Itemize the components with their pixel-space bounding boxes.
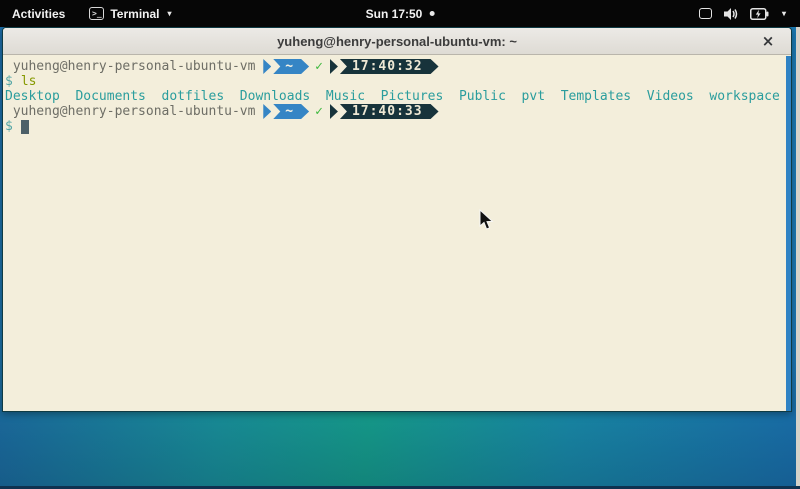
typed-command: ls — [21, 74, 37, 89]
prompt-path-segment: ~ — [273, 104, 309, 119]
prompt-char: $ — [5, 74, 13, 89]
terminal-app-icon: >_ — [89, 7, 104, 20]
volume-icon — [723, 7, 739, 21]
notification-dot-icon — [429, 11, 434, 16]
system-menu-chevron-icon: ▾ — [782, 9, 786, 18]
ls-output-line: Desktop Documents dotfiles Downloads Mus… — [5, 89, 783, 104]
close-button[interactable]: × — [759, 32, 777, 50]
screen: Activities >_ Terminal ▾ Sun 17:50 ▾ — [0, 0, 800, 489]
system-status-area[interactable]: ▾ — [685, 0, 800, 27]
powerline-arrow-icon — [263, 104, 271, 119]
battery-charging-icon — [750, 8, 769, 20]
chevron-down-icon: ▾ — [167, 9, 171, 18]
command-line: $ ls — [5, 74, 783, 89]
terminal-window: yuheng@henry-personal-ubuntu-vm: ~ × yuh… — [2, 27, 792, 412]
terminal-cursor — [21, 120, 29, 134]
terminal-output[interactable]: yuheng@henry-personal-ubuntu-vm ~ ✓ 17:4… — [3, 55, 791, 411]
screen-edge-strip — [796, 27, 800, 489]
powerline-arrow-icon — [330, 104, 338, 119]
prompt-user-host: yuheng@henry-personal-ubuntu-vm — [5, 59, 263, 74]
clock-label: Sun 17:50 — [366, 7, 423, 21]
status-check-icon: ✓ — [315, 59, 323, 74]
app-menu-terminal[interactable]: >_ Terminal ▾ — [77, 0, 183, 27]
prompt-user-host: yuheng@henry-personal-ubuntu-vm — [5, 104, 263, 119]
prompt-line-1: yuheng@henry-personal-ubuntu-vm ~ ✓ 17:4… — [5, 59, 783, 74]
directory-list: Desktop Documents dotfiles Downloads Mus… — [5, 89, 780, 104]
display-icon — [699, 8, 712, 19]
prompt-time: 17:40:32 — [340, 59, 439, 74]
window-titlebar[interactable]: yuheng@henry-personal-ubuntu-vm: ~ × — [3, 28, 791, 55]
activities-button[interactable]: Activities — [0, 0, 77, 27]
powerline-arrow-icon — [263, 59, 271, 74]
activities-label: Activities — [12, 7, 65, 21]
clock-button[interactable]: Sun 17:50 — [358, 0, 443, 27]
prompt-line-2: yuheng@henry-personal-ubuntu-vm ~ ✓ 17:4… — [5, 104, 783, 119]
terminal-scrollbar[interactable] — [786, 56, 791, 411]
app-menu-label: Terminal — [110, 7, 159, 21]
powerline-arrow-icon — [330, 59, 338, 74]
desktop-background: yuheng@henry-personal-ubuntu-vm: ~ × yuh… — [0, 27, 800, 489]
prompt-time: 17:40:33 — [340, 104, 439, 119]
prompt-path-segment: ~ — [273, 59, 309, 74]
top-bar: Activities >_ Terminal ▾ Sun 17:50 ▾ — [0, 0, 800, 27]
window-title: yuheng@henry-personal-ubuntu-vm: ~ — [277, 34, 517, 49]
status-check-icon: ✓ — [315, 104, 323, 119]
input-line: $ — [5, 119, 783, 134]
prompt-char: $ — [5, 119, 13, 134]
